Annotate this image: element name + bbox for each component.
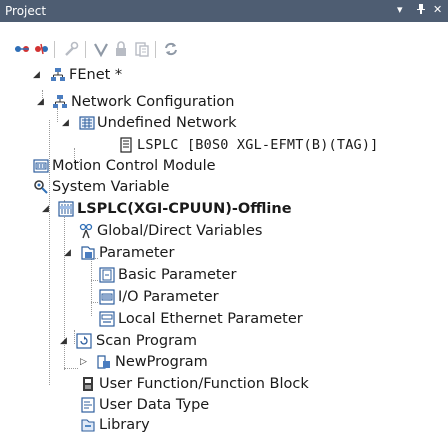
global-variable-icon — [78, 223, 94, 239]
collapse-icon[interactable]: ◢ — [42, 198, 49, 220]
tree-item-scan-program[interactable]: ◢ Scan Program — [0, 330, 300, 352]
collapse-icon[interactable]: ◢ — [64, 242, 71, 264]
tree-item-label: User Data Type — [99, 397, 210, 413]
data-type-icon — [80, 397, 96, 413]
tree-item-label: Scan Program — [96, 333, 198, 349]
tree-item-user-data-type[interactable]: User Data Type — [0, 394, 300, 416]
basic-parameter-icon — [99, 267, 115, 283]
tree-item-label: LSPLC [B0S0 XGL-EFMT(B)(TAG)] — [137, 137, 379, 153]
tree-item-label: Local Ethernet Parameter — [118, 311, 303, 327]
plc-icon — [58, 201, 74, 217]
tree-item-io-parameter[interactable]: I/O Parameter — [0, 286, 300, 308]
tree-item-library[interactable]: Library — [0, 414, 300, 436]
tree-item-motion-control-module[interactable]: Motion Control Module — [0, 155, 300, 177]
program-icon — [96, 354, 112, 370]
tree-item-fenet[interactable]: ◢ FEnet * — [0, 64, 300, 86]
tree-item-label: Parameter — [99, 245, 175, 261]
tree-item-label: LSPLC(XGI-CPUUN)-Offline — [77, 201, 292, 217]
project-tree: ◢ FEnet * ◢ Network Configuration ◢ Unde… — [0, 0, 448, 435]
tree-item-label: NewProgram — [115, 354, 208, 370]
collapse-icon[interactable]: ◢ — [33, 64, 40, 86]
ethernet-module-icon — [118, 137, 134, 153]
network-tree-icon — [52, 94, 68, 110]
parameter-folder-icon — [80, 245, 96, 261]
tree-item-new-program[interactable]: ▷ NewProgram — [0, 351, 300, 373]
expand-icon[interactable]: ▷ — [80, 351, 87, 373]
tree-item-system-variable[interactable]: System Variable — [0, 176, 300, 198]
network-tree-icon — [50, 67, 66, 83]
library-icon — [80, 417, 96, 433]
module-icon — [33, 158, 49, 174]
tree-item-label: FEnet * — [69, 67, 123, 83]
scan-program-icon — [76, 333, 92, 349]
tree-item-label: Basic Parameter — [118, 267, 237, 283]
tree-item-label: Network Configuration — [71, 94, 235, 110]
tree-item-label: Undefined Network — [97, 115, 237, 131]
tree-item-local-ethernet-parameter[interactable]: Local Ethernet Parameter — [0, 308, 320, 330]
function-block-icon — [80, 376, 96, 392]
tree-item-undefined-network[interactable]: ◢ Undefined Network — [0, 112, 300, 134]
tree-item-network-configuration[interactable]: ◢ Network Configuration — [0, 91, 300, 113]
collapse-icon[interactable]: ◢ — [37, 91, 44, 113]
tree-item-global-variables[interactable]: Global/Direct Variables — [0, 220, 300, 242]
system-variable-icon — [33, 179, 49, 195]
tree-item-parameter[interactable]: ◢ Parameter — [0, 242, 300, 264]
tree-item-label: User Function/Function Block — [99, 376, 309, 392]
tree-item-label: Motion Control Module — [52, 158, 216, 174]
project-panel: Project ▾ ✕ ◢ FEnet * ◢ Network Configur… — [0, 0, 448, 435]
tree-item-label: Global/Direct Variables — [97, 223, 263, 239]
ethernet-parameter-icon — [99, 311, 115, 327]
tree-item-label: I/O Parameter — [118, 289, 219, 305]
collapse-icon[interactable]: ◢ — [62, 112, 69, 134]
tree-item-user-function[interactable]: User Function/Function Block — [0, 373, 360, 395]
tree-item-basic-parameter[interactable]: Basic Parameter — [0, 264, 300, 286]
tree-item-plc[interactable]: ◢ LSPLC(XGI-CPUUN)-Offline — [0, 198, 360, 220]
tree-item-label: Library — [99, 417, 150, 433]
tree-item-label: System Variable — [52, 179, 170, 195]
tree-item-lsplc-module[interactable]: LSPLC [B0S0 XGL-EFMT(B)(TAG)] — [0, 134, 440, 156]
io-parameter-icon — [99, 289, 115, 305]
collapse-icon[interactable]: ◢ — [60, 330, 67, 352]
network-block-icon — [79, 115, 95, 131]
